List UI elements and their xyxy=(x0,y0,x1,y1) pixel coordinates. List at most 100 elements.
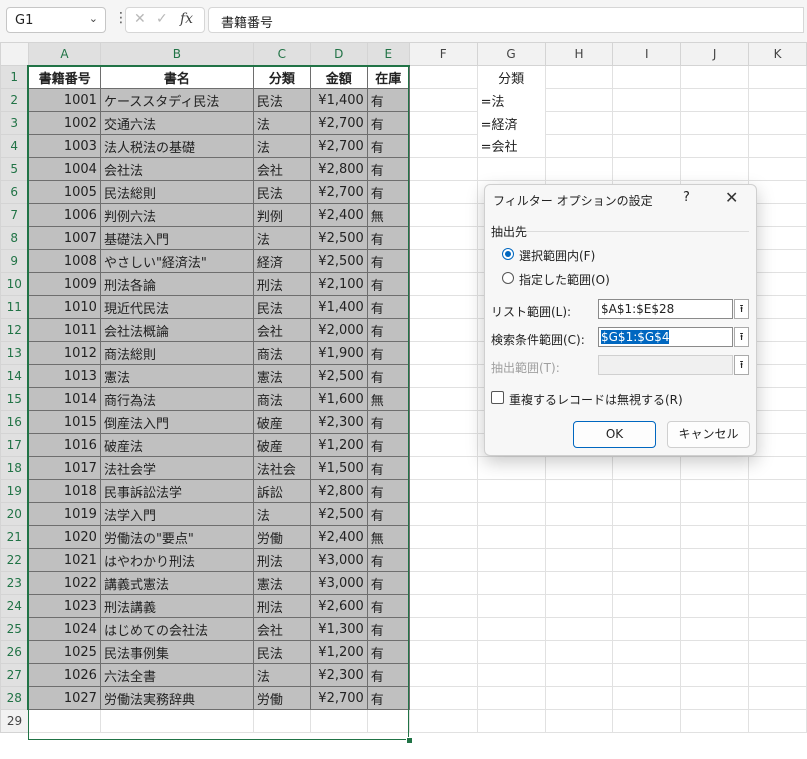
row-header-6[interactable]: 6 xyxy=(0,180,30,204)
table-cell[interactable]: 商行為法 xyxy=(99,387,254,411)
cell[interactable] xyxy=(612,663,682,687)
cell[interactable] xyxy=(476,617,546,641)
help-icon[interactable]: ? xyxy=(683,190,690,205)
table-cell[interactable]: 基礎法入門 xyxy=(99,226,254,250)
cell[interactable] xyxy=(748,249,807,273)
cancel-icon[interactable]: ✕ xyxy=(134,11,146,27)
row-header-4[interactable]: 4 xyxy=(0,134,30,158)
criteria-cell[interactable]: =経済 xyxy=(476,111,546,135)
row-header-22[interactable]: 22 xyxy=(0,548,30,572)
cell[interactable] xyxy=(366,709,410,733)
name-box[interactable]: G1 ⌄ xyxy=(6,7,106,33)
table-cell[interactable]: ¥2,700 xyxy=(309,111,368,135)
cell[interactable] xyxy=(544,525,614,549)
table-cell[interactable]: 会社 xyxy=(252,157,311,181)
table-cell[interactable]: ¥2,800 xyxy=(309,479,368,503)
table-cell[interactable]: 判例 xyxy=(252,203,311,227)
cell[interactable] xyxy=(408,249,478,273)
table-cell[interactable]: 憲法 xyxy=(99,364,254,388)
cell[interactable] xyxy=(408,65,478,89)
cell[interactable] xyxy=(748,111,807,135)
table-cell[interactable]: ¥2,700 xyxy=(309,134,368,158)
table-cell[interactable]: ¥2,400 xyxy=(309,203,368,227)
table-cell[interactable]: 1014 xyxy=(27,387,101,411)
list-range-collapse-icon[interactable]: ⭱ xyxy=(734,299,749,319)
table-cell[interactable]: 有 xyxy=(366,364,410,388)
cell[interactable] xyxy=(544,594,614,618)
table-header-cell[interactable]: 分類 xyxy=(252,65,311,89)
table-cell[interactable]: 1009 xyxy=(27,272,101,296)
row-header-24[interactable]: 24 xyxy=(0,594,30,618)
cell[interactable] xyxy=(544,479,614,503)
cell[interactable] xyxy=(748,157,807,181)
cancel-button[interactable]: キャンセル xyxy=(667,421,750,448)
table-cell[interactable]: 法 xyxy=(252,663,311,687)
fill-handle[interactable] xyxy=(406,737,413,744)
table-cell[interactable]: ケーススタディ民法 xyxy=(99,88,254,112)
table-cell[interactable]: 無 xyxy=(366,525,410,549)
cell[interactable] xyxy=(748,594,807,618)
cell[interactable] xyxy=(476,709,546,733)
table-cell[interactable]: ¥1,400 xyxy=(309,88,368,112)
row-header-15[interactable]: 15 xyxy=(0,387,30,411)
table-cell[interactable]: 判例六法 xyxy=(99,203,254,227)
row-header-23[interactable]: 23 xyxy=(0,571,30,595)
table-cell[interactable]: 有 xyxy=(366,341,410,365)
row-header-25[interactable]: 25 xyxy=(0,617,30,641)
table-cell[interactable]: 有 xyxy=(366,157,410,181)
column-header-A[interactable]: A xyxy=(27,42,101,67)
row-header-8[interactable]: 8 xyxy=(0,226,30,250)
table-cell[interactable]: ¥3,000 xyxy=(309,548,368,572)
table-cell[interactable]: 1024 xyxy=(27,617,101,641)
table-cell[interactable]: 民法総則 xyxy=(99,180,254,204)
criteria-range-collapse-icon[interactable]: ⭱ xyxy=(734,327,749,347)
cell[interactable] xyxy=(748,686,807,710)
table-cell[interactable]: 会社法概論 xyxy=(99,318,254,342)
cell[interactable] xyxy=(544,548,614,572)
table-cell[interactable]: ¥1,500 xyxy=(309,456,368,480)
cell[interactable] xyxy=(748,134,807,158)
table-cell[interactable]: 破産 xyxy=(252,410,311,434)
cell[interactable] xyxy=(476,571,546,595)
table-cell[interactable]: 有 xyxy=(366,502,410,526)
row-header-27[interactable]: 27 xyxy=(0,663,30,687)
table-cell[interactable]: 法 xyxy=(252,226,311,250)
cell[interactable] xyxy=(544,502,614,526)
cell[interactable] xyxy=(544,111,614,135)
cell[interactable] xyxy=(544,640,614,664)
cell[interactable] xyxy=(748,479,807,503)
cell[interactable] xyxy=(748,640,807,664)
table-cell[interactable]: 有 xyxy=(366,456,410,480)
table-cell[interactable]: ¥2,500 xyxy=(309,502,368,526)
row-header-14[interactable]: 14 xyxy=(0,364,30,388)
table-cell[interactable]: ¥1,900 xyxy=(309,341,368,365)
table-cell[interactable]: ¥2,500 xyxy=(309,249,368,273)
table-cell[interactable]: 破産法 xyxy=(99,433,254,457)
table-cell[interactable]: 1021 xyxy=(27,548,101,572)
column-header-J[interactable]: J xyxy=(680,42,750,66)
table-cell[interactable]: ¥2,800 xyxy=(309,157,368,181)
row-header-9[interactable]: 9 xyxy=(0,249,30,273)
table-cell[interactable]: 1025 xyxy=(27,640,101,664)
cell[interactable] xyxy=(748,525,807,549)
cell[interactable] xyxy=(612,640,682,664)
cell[interactable] xyxy=(309,709,368,733)
table-cell[interactable]: 刑法 xyxy=(252,548,311,572)
row-header-20[interactable]: 20 xyxy=(0,502,30,526)
cell[interactable] xyxy=(680,111,750,135)
cell[interactable] xyxy=(680,686,750,710)
cell[interactable] xyxy=(408,111,478,135)
table-cell[interactable]: 1017 xyxy=(27,456,101,480)
cell[interactable] xyxy=(408,594,478,618)
table-cell[interactable]: 有 xyxy=(366,88,410,112)
cell[interactable] xyxy=(612,617,682,641)
cell[interactable] xyxy=(748,180,807,204)
cell[interactable] xyxy=(408,686,478,710)
table-cell[interactable]: 1026 xyxy=(27,663,101,687)
table-cell[interactable]: 1003 xyxy=(27,134,101,158)
cell[interactable] xyxy=(680,640,750,664)
cell[interactable] xyxy=(544,456,614,480)
table-cell[interactable]: ¥3,000 xyxy=(309,571,368,595)
cell[interactable] xyxy=(408,571,478,595)
cell[interactable] xyxy=(680,65,750,89)
